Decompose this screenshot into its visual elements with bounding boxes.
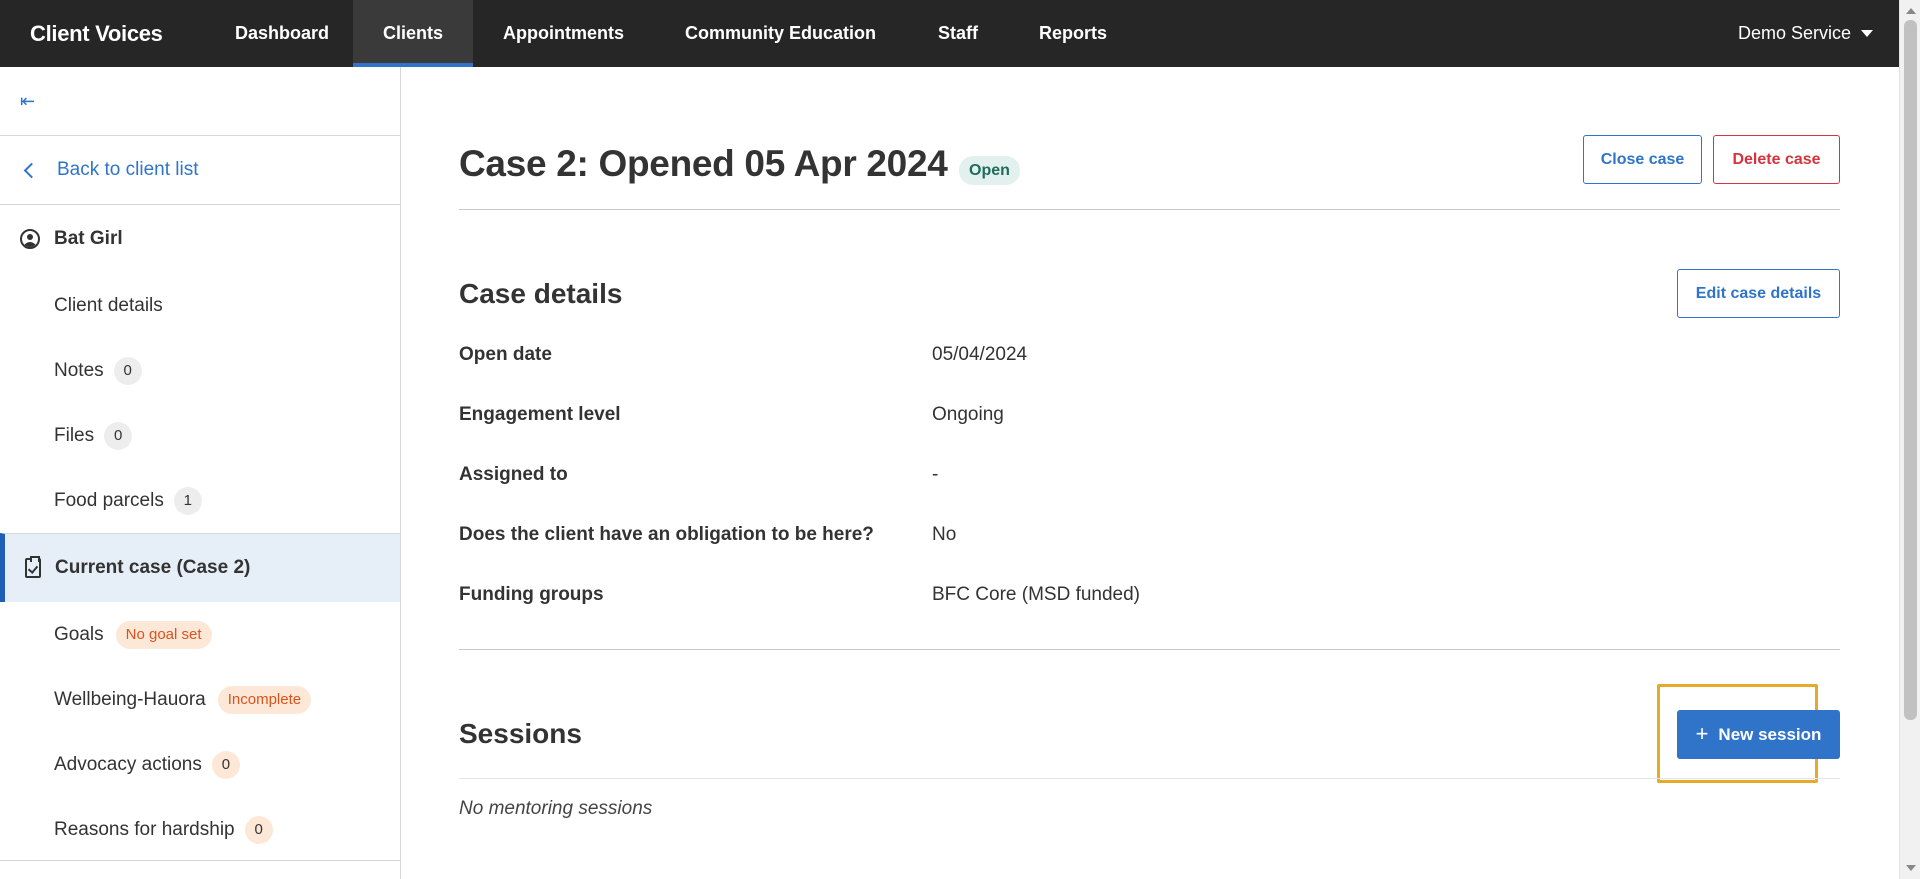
scroll-up-arrow-icon[interactable] xyxy=(1906,8,1916,14)
sidebar-item-files[interactable]: Files 0 xyxy=(0,403,400,468)
empty-sessions-message: No mentoring sessions xyxy=(459,798,653,819)
engagement-level-value: Ongoing xyxy=(932,404,1004,425)
delete-case-button[interactable]: Delete case xyxy=(1713,135,1840,184)
client-name-header: Bat Girl xyxy=(0,205,400,273)
sidebar-item-wellbeing-hauora[interactable]: Wellbeing-Hauora Incomplete xyxy=(0,667,400,732)
top-nav: Client Voices Dashboard Clients Appointm… xyxy=(0,0,1899,67)
close-case-button[interactable]: Close case xyxy=(1583,135,1702,184)
case-details-heading: Case details xyxy=(459,278,623,309)
nav-dashboard[interactable]: Dashboard xyxy=(205,0,353,67)
sidebar-item-label: Food parcels xyxy=(54,489,164,511)
nav-appointments-label: Appointments xyxy=(503,23,624,43)
sidebar-item-label: Notes xyxy=(54,359,104,381)
count-badge: 0 xyxy=(211,750,240,779)
page-title: Case 2: Opened 05 Apr 2024 xyxy=(459,143,948,184)
nav-community-education-label: Community Education xyxy=(685,23,877,43)
open-date-value: 05/04/2024 xyxy=(932,344,1028,365)
sidebar-item-advocacy-actions[interactable]: Advocacy actions 0 xyxy=(0,732,400,797)
count-badge: 0 xyxy=(113,356,142,385)
count-badge: 0 xyxy=(244,815,273,844)
sessions-divider xyxy=(459,778,1840,779)
current-case-label: Current case (Case 2) xyxy=(55,557,251,578)
obligation-label: Does the client have an obligation to be… xyxy=(459,524,874,545)
count-badge: 1 xyxy=(173,486,202,515)
assigned-to-value: - xyxy=(932,464,939,485)
scroll-down-arrow-icon[interactable] xyxy=(1906,865,1916,871)
service-dropdown[interactable]: Demo Service xyxy=(1738,0,1899,67)
nav-staff-label: Staff xyxy=(938,23,978,43)
obligation-value: No xyxy=(932,524,957,545)
collapse-sidebar-button[interactable]: ⇤ xyxy=(0,67,400,136)
section-divider xyxy=(459,649,1840,650)
collapse-arrow-icon: ⇤ xyxy=(20,90,36,111)
edit-case-details-button[interactable]: Edit case details xyxy=(1677,269,1840,318)
sidebar-item-current-case[interactable]: Current case (Case 2) xyxy=(0,533,400,602)
sidebar-item-food-parcels[interactable]: Food parcels 1 xyxy=(0,468,400,533)
open-date-label: Open date xyxy=(459,344,552,365)
sidebar-item-label: Client details xyxy=(54,294,163,316)
sidebar-item-client-details[interactable]: Client details xyxy=(0,273,400,338)
new-session-button[interactable]: + New session xyxy=(1677,710,1840,759)
assigned-to-label: Assigned to xyxy=(459,464,568,485)
sidebar-item-notes[interactable]: Notes 0 xyxy=(0,338,400,403)
sidebar-item-label: Wellbeing-Hauora xyxy=(54,688,206,710)
sidebar-item-goals[interactable]: Goals No goal set xyxy=(0,602,400,667)
client-sidebar: ⇤ Back to client list Bat Girl Client de… xyxy=(0,67,401,879)
sidebar-item-label: Reasons for hardship xyxy=(54,818,235,840)
funding-groups-label: Funding groups xyxy=(459,584,604,605)
nav-community-education[interactable]: Community Education xyxy=(655,0,908,67)
chevron-left-icon xyxy=(23,162,40,178)
status-tag: No goal set xyxy=(115,620,212,649)
nav-reports[interactable]: Reports xyxy=(1009,0,1139,67)
nav-appointments[interactable]: Appointments xyxy=(473,0,655,67)
page-scrollbar[interactable] xyxy=(1899,0,1920,879)
count-badge: 0 xyxy=(104,421,133,450)
scrollbar-thumb[interactable] xyxy=(1904,20,1917,720)
sidebar-divider xyxy=(0,860,400,861)
person-circle-icon xyxy=(20,229,40,249)
nav-dashboard-label: Dashboard xyxy=(235,23,330,43)
status-tag: Incomplete xyxy=(217,685,312,714)
sidebar-item-label: Advocacy actions xyxy=(54,753,202,775)
caret-down-icon xyxy=(1861,30,1873,37)
clipboard-check-icon xyxy=(25,556,41,578)
sessions-heading: Sessions xyxy=(459,718,582,749)
funding-groups-value: BFC Core (MSD funded) xyxy=(932,584,1141,605)
service-name: Demo Service xyxy=(1737,23,1851,43)
sidebar-item-label: Files xyxy=(54,424,95,446)
new-session-label: New session xyxy=(1718,724,1822,744)
engagement-level-label: Engagement level xyxy=(459,404,621,425)
plus-icon: + xyxy=(1695,720,1709,746)
status-badge: Open xyxy=(959,156,1020,185)
client-name: Bat Girl xyxy=(54,228,123,249)
nav-clients[interactable]: Clients xyxy=(353,0,473,67)
nav-staff[interactable]: Staff xyxy=(908,0,1009,67)
case-header: Case 2: Opened 05 Apr 2024 Open Close ca… xyxy=(459,135,1840,210)
sidebar-item-reasons-for-hardship[interactable]: Reasons for hardship 0 xyxy=(0,797,400,862)
brand-logo[interactable]: Client Voices xyxy=(0,0,205,67)
sidebar-item-label: Goals xyxy=(54,623,104,645)
back-link-label: Back to client list xyxy=(57,159,199,180)
nav-clients-label: Clients xyxy=(383,23,444,43)
nav-reports-label: Reports xyxy=(1039,23,1108,43)
back-to-client-list-link[interactable]: Back to client list xyxy=(0,136,400,205)
